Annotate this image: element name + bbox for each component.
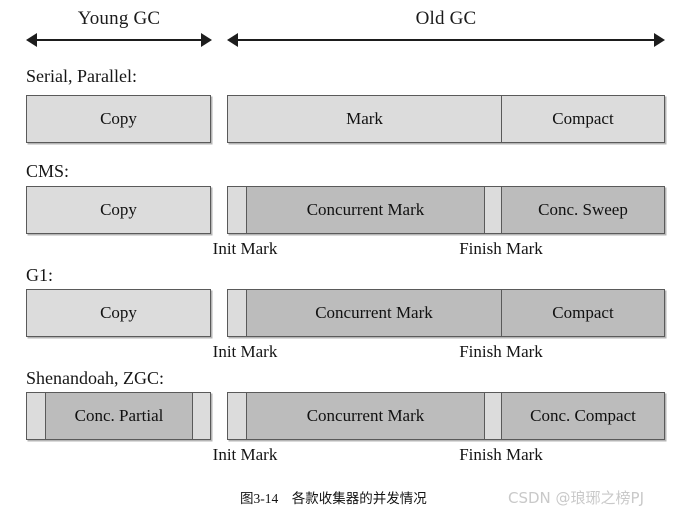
segment-mark: Mark: [228, 96, 501, 142]
segment-compact: Compact: [501, 290, 664, 336]
segment-conc-compact: Conc. Compact: [501, 393, 664, 439]
phase-header: Young GC Old GC: [0, 0, 694, 58]
segment-copy: Copy: [27, 290, 210, 336]
arrow-line: [34, 39, 204, 41]
pause-label-init-mark: Init Mark: [212, 342, 278, 361]
old-gc-arrow: [227, 33, 665, 47]
segment-init-mark-pause: [228, 393, 246, 439]
row-title-g1: G1:: [26, 265, 53, 285]
row-serial-parallel-old-bar: Mark Compact: [227, 95, 665, 143]
arrow-line: [235, 39, 657, 41]
young-gc-arrow: [26, 33, 212, 47]
arrow-right-head-icon: [654, 33, 665, 47]
segment-init-mark-pause: [228, 187, 246, 233]
arrow-right-head-icon: [201, 33, 212, 47]
row-title-cms: CMS:: [26, 161, 70, 181]
row-title-serial-parallel: Serial, Parallel:: [26, 66, 137, 86]
row-shenandoah-zgc-young-bar: Conc. Partial: [26, 392, 211, 440]
phase-label-young-gc: Young GC: [77, 8, 161, 29]
pause-label-finish-mark: Finish Mark: [459, 445, 543, 464]
segment-concurrent-mark: Concurrent Mark: [246, 187, 484, 233]
row-serial-parallel-young-bar: Copy: [26, 95, 211, 143]
figure-caption: 图3-14 各款收集器的并发情况: [240, 491, 427, 506]
row-cms-young-bar: Copy: [26, 186, 211, 234]
segment-young-pause-end: [192, 393, 210, 439]
row-shenandoah-zgc-old-bar: Concurrent Mark Conc. Compact: [227, 392, 665, 440]
segment-conc-sweep: Conc. Sweep: [501, 187, 664, 233]
pause-label-finish-mark: Finish Mark: [459, 342, 543, 361]
segment-concurrent-mark: Concurrent Mark: [246, 290, 501, 336]
segment-conc-partial: Conc. Partial: [45, 393, 192, 439]
segment-concurrent-mark: Concurrent Mark: [246, 393, 484, 439]
segment-copy: Copy: [27, 187, 210, 233]
csdn-watermark: CSDN @琅琊之榜PJ: [508, 489, 645, 507]
phase-label-old-gc: Old GC: [415, 8, 477, 29]
segment-finish-mark-pause: [484, 393, 501, 439]
segment-compact: Compact: [501, 96, 664, 142]
segment-finish-mark-pause: [484, 187, 501, 233]
pause-label-init-mark: Init Mark: [212, 239, 278, 258]
segment-copy: Copy: [27, 96, 210, 142]
row-title-shenandoah-zgc: Shenandoah, ZGC:: [26, 368, 164, 388]
row-cms-old-bar: Concurrent Mark Conc. Sweep: [227, 186, 665, 234]
row-g1-old-bar: Concurrent Mark Compact: [227, 289, 665, 337]
segment-init-mark-pause: [228, 290, 246, 336]
pause-label-init-mark: Init Mark: [212, 445, 278, 464]
row-g1-young-bar: Copy: [26, 289, 211, 337]
segment-young-pause-start: [27, 393, 45, 439]
pause-label-finish-mark: Finish Mark: [459, 239, 543, 258]
